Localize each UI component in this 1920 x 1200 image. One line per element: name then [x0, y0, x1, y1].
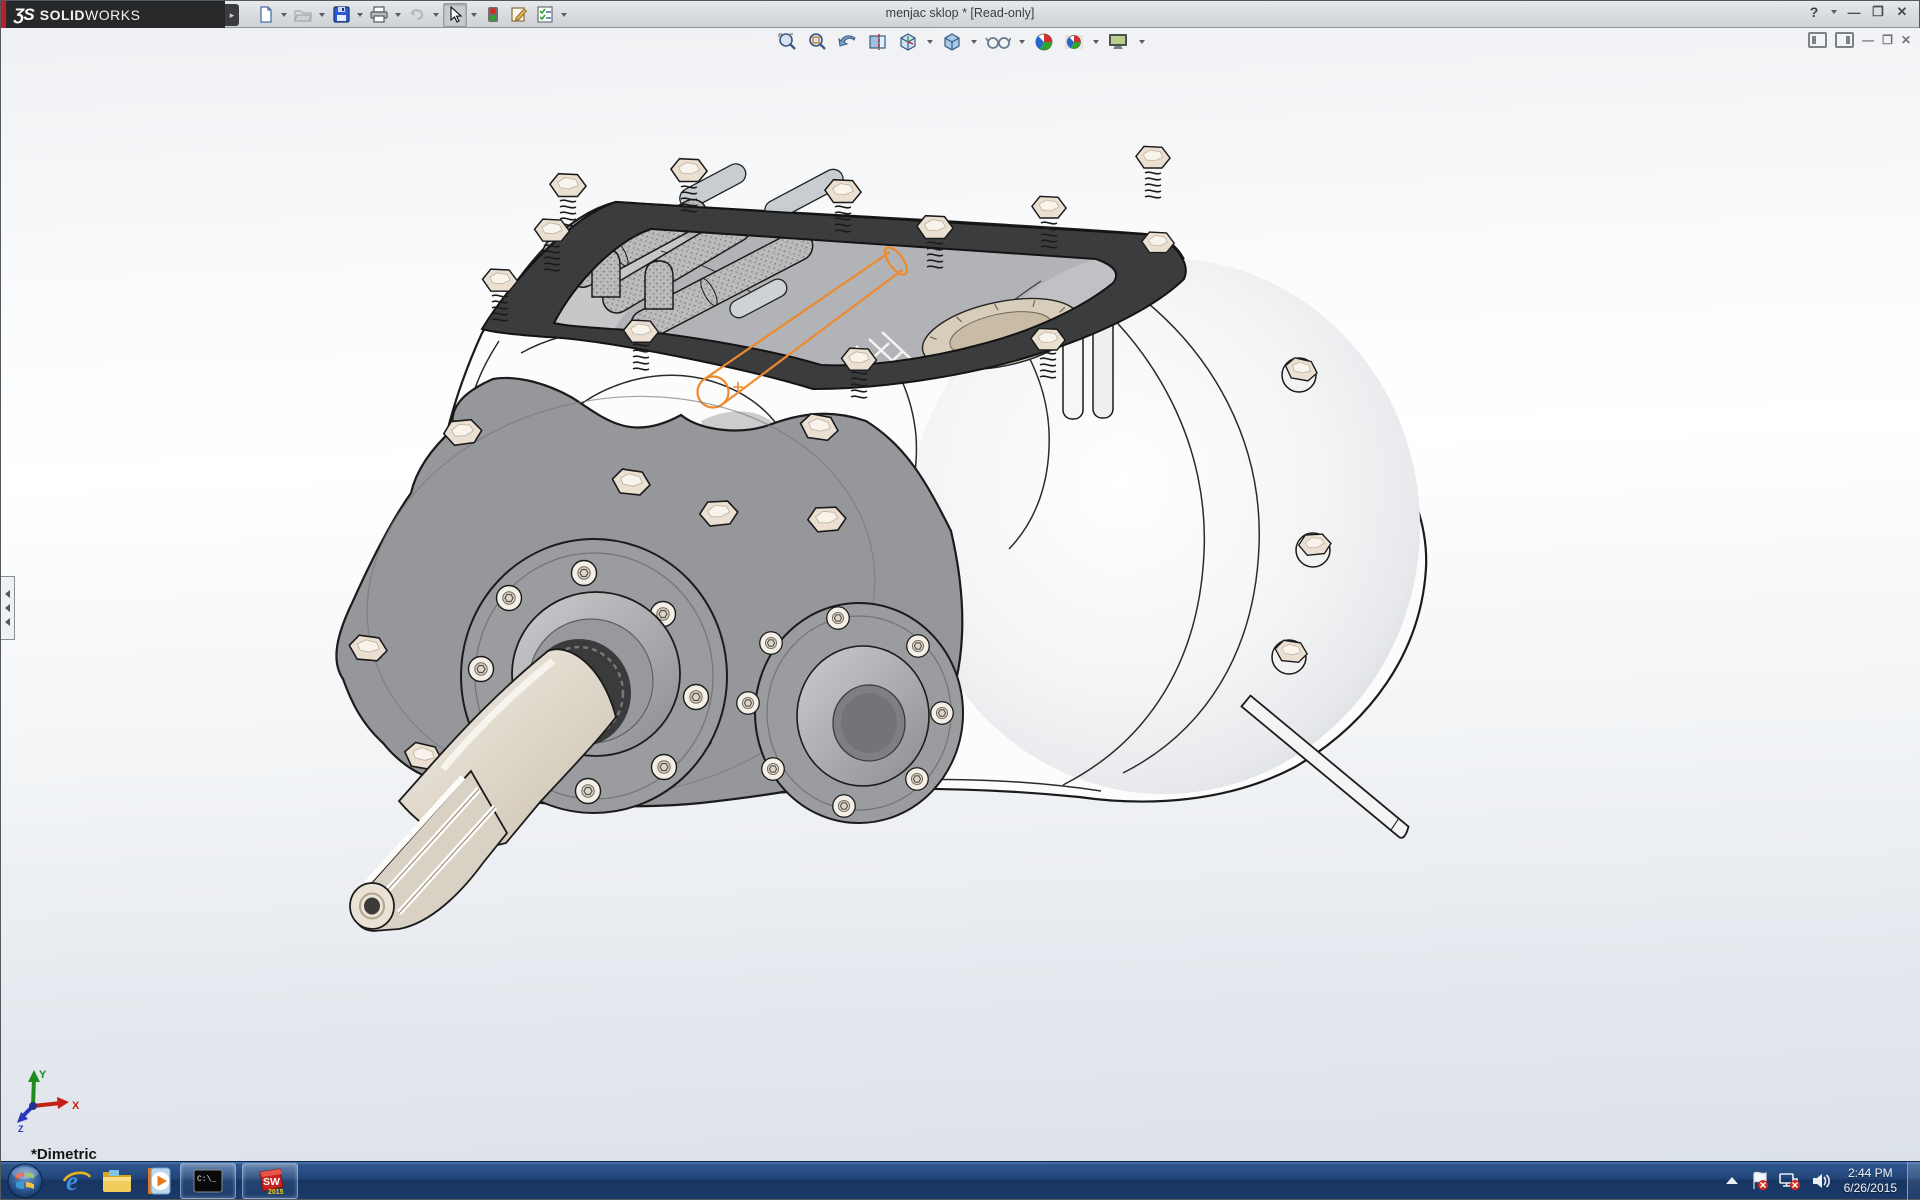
document-window-controls: — ❐ ✕	[1808, 32, 1911, 48]
previous-view-icon[interactable]	[835, 30, 861, 54]
cmd-icon-label: C:\_	[197, 1175, 216, 1184]
design-checker-button[interactable]	[533, 3, 557, 27]
dropdown-caret[interactable]	[433, 13, 439, 17]
document-minimize-button[interactable]: —	[1862, 33, 1874, 47]
minimize-button[interactable]: —	[1845, 5, 1863, 20]
taskbar-item-command-prompt[interactable]: C:\_	[180, 1163, 236, 1199]
solidworks-logo: ƷS SOLIDWORKS	[1, 1, 225, 28]
help-dropdown-caret[interactable]	[1831, 10, 1837, 14]
window-title: menjac sklop * [Read-only]	[886, 6, 1035, 20]
main-toolbar	[253, 2, 569, 27]
performance-evaluation-button[interactable]	[481, 3, 505, 27]
windows-taskbar: e	[1, 1161, 1920, 1199]
taskbar-item-solidworks-2015[interactable]: SW 2015	[242, 1163, 298, 1199]
triad-z-label: Z	[18, 1124, 24, 1134]
system-tray: 2:44 PM 6/26/2015	[1720, 1162, 1920, 1199]
window-controls: ? — ❐ ✕	[1805, 4, 1911, 20]
app-icon-sliver	[1, 1, 6, 28]
dropdown-caret[interactable]	[927, 40, 933, 44]
view-orientation-icon[interactable]	[895, 30, 921, 54]
brand-name: SOLIDWORKS	[40, 7, 141, 23]
taskbar-item-internet-explorer[interactable]: e	[57, 1163, 97, 1199]
start-button[interactable]	[7, 1163, 43, 1199]
taskbar-apps: e	[1, 1162, 301, 1199]
document-close-button[interactable]: ✕	[1901, 33, 1911, 47]
dropdown-caret[interactable]	[471, 13, 477, 17]
feature-manager-collapsed-tab[interactable]	[1, 576, 15, 640]
triad-x-label: X	[72, 1100, 80, 1112]
headsup-view-toolbar	[775, 30, 1147, 54]
sw-icon-year: 2015	[268, 1189, 284, 1196]
title-bar: ƷS SOLIDWORKS ▸	[1, 1, 1919, 28]
volume-icon[interactable]	[1811, 1171, 1831, 1191]
pane-left-icon[interactable]	[1808, 32, 1827, 48]
section-view-icon[interactable]	[865, 30, 891, 54]
document-restore-button[interactable]: ❐	[1882, 33, 1893, 47]
zoom-to-area-icon[interactable]	[805, 30, 831, 54]
save-button[interactable]	[329, 3, 353, 27]
solidworks-window: ƷS SOLIDWORKS ▸	[0, 0, 1920, 1200]
brand-mark: ƷS	[14, 5, 34, 25]
help-button[interactable]: ?	[1805, 4, 1823, 20]
clock-time: 2:44 PM	[1844, 1166, 1897, 1181]
undo-button[interactable]	[405, 3, 429, 27]
taskbar-item-media-player[interactable]	[137, 1163, 177, 1199]
sw-icon-label: SW	[263, 1176, 280, 1188]
pane-right-icon[interactable]	[1835, 32, 1854, 48]
orientation-triad: Y X Z	[17, 1068, 97, 1134]
hide-show-items-icon[interactable]	[983, 30, 1013, 54]
restore-button[interactable]: ❐	[1869, 4, 1887, 20]
properties-button[interactable]	[507, 3, 531, 27]
show-hidden-icons-button[interactable]	[1725, 1176, 1739, 1186]
svg-text:e: e	[66, 1166, 78, 1196]
edit-appearance-icon[interactable]	[1031, 30, 1057, 54]
chevron-left-icon	[5, 590, 10, 598]
menu-expand-arrow[interactable]: ▸	[225, 4, 239, 26]
zoom-to-fit-icon[interactable]	[775, 30, 801, 54]
select-tool-button[interactable]	[443, 3, 467, 27]
triad-y-label: Y	[39, 1069, 47, 1081]
open-document-button[interactable]	[291, 3, 315, 27]
show-desktop-button[interactable]	[1907, 1162, 1920, 1200]
gearbox-model[interactable]	[1, 28, 1920, 1163]
dropdown-caret[interactable]	[1093, 40, 1099, 44]
dropdown-caret[interactable]	[319, 13, 325, 17]
apply-scene-icon[interactable]	[1061, 30, 1087, 54]
tray-clock[interactable]: 2:44 PM 6/26/2015	[1844, 1166, 1897, 1196]
action-center-icon[interactable]	[1749, 1171, 1769, 1191]
clock-date: 6/26/2015	[1844, 1181, 1897, 1196]
dropdown-caret[interactable]	[1139, 40, 1145, 44]
network-status-icon[interactable]	[1779, 1171, 1801, 1191]
taskbar-item-windows-explorer[interactable]	[97, 1163, 137, 1199]
chevron-left-icon	[5, 618, 10, 626]
dropdown-caret[interactable]	[1019, 40, 1025, 44]
dropdown-caret[interactable]	[281, 13, 287, 17]
chevron-left-icon	[5, 604, 10, 612]
close-button[interactable]: ✕	[1893, 4, 1911, 20]
dropdown-caret[interactable]	[561, 13, 567, 17]
view-settings-icon[interactable]	[1105, 30, 1133, 54]
graphics-area[interactable]: — ❐ ✕ Y X Z *Dimetric	[1, 28, 1920, 1163]
dropdown-caret[interactable]	[357, 13, 363, 17]
display-style-icon[interactable]	[939, 30, 965, 54]
new-document-button[interactable]	[253, 3, 277, 27]
dropdown-caret[interactable]	[971, 40, 977, 44]
print-button[interactable]	[367, 3, 391, 27]
dropdown-caret[interactable]	[395, 13, 401, 17]
